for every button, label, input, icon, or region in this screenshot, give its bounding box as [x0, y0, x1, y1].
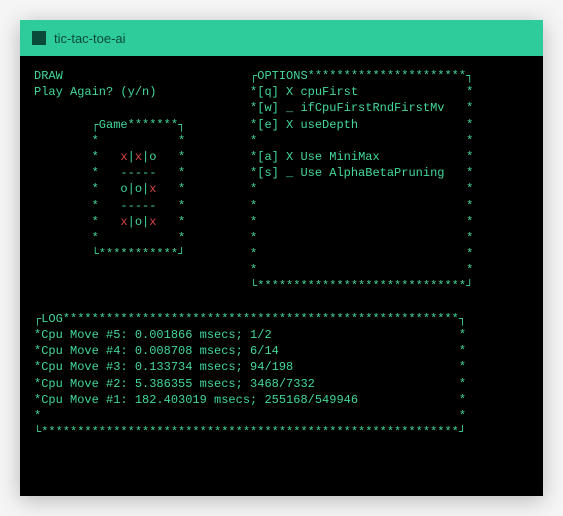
app-icon [32, 31, 46, 45]
terminal-output[interactable]: DRAW ┌OPTIONS**********************┐ Pla… [20, 56, 543, 496]
app-window: tic-tac-toe-ai DRAW ┌OPTIONS************… [20, 20, 543, 496]
titlebar[interactable]: tic-tac-toe-ai [20, 20, 543, 56]
window-title: tic-tac-toe-ai [54, 31, 126, 46]
